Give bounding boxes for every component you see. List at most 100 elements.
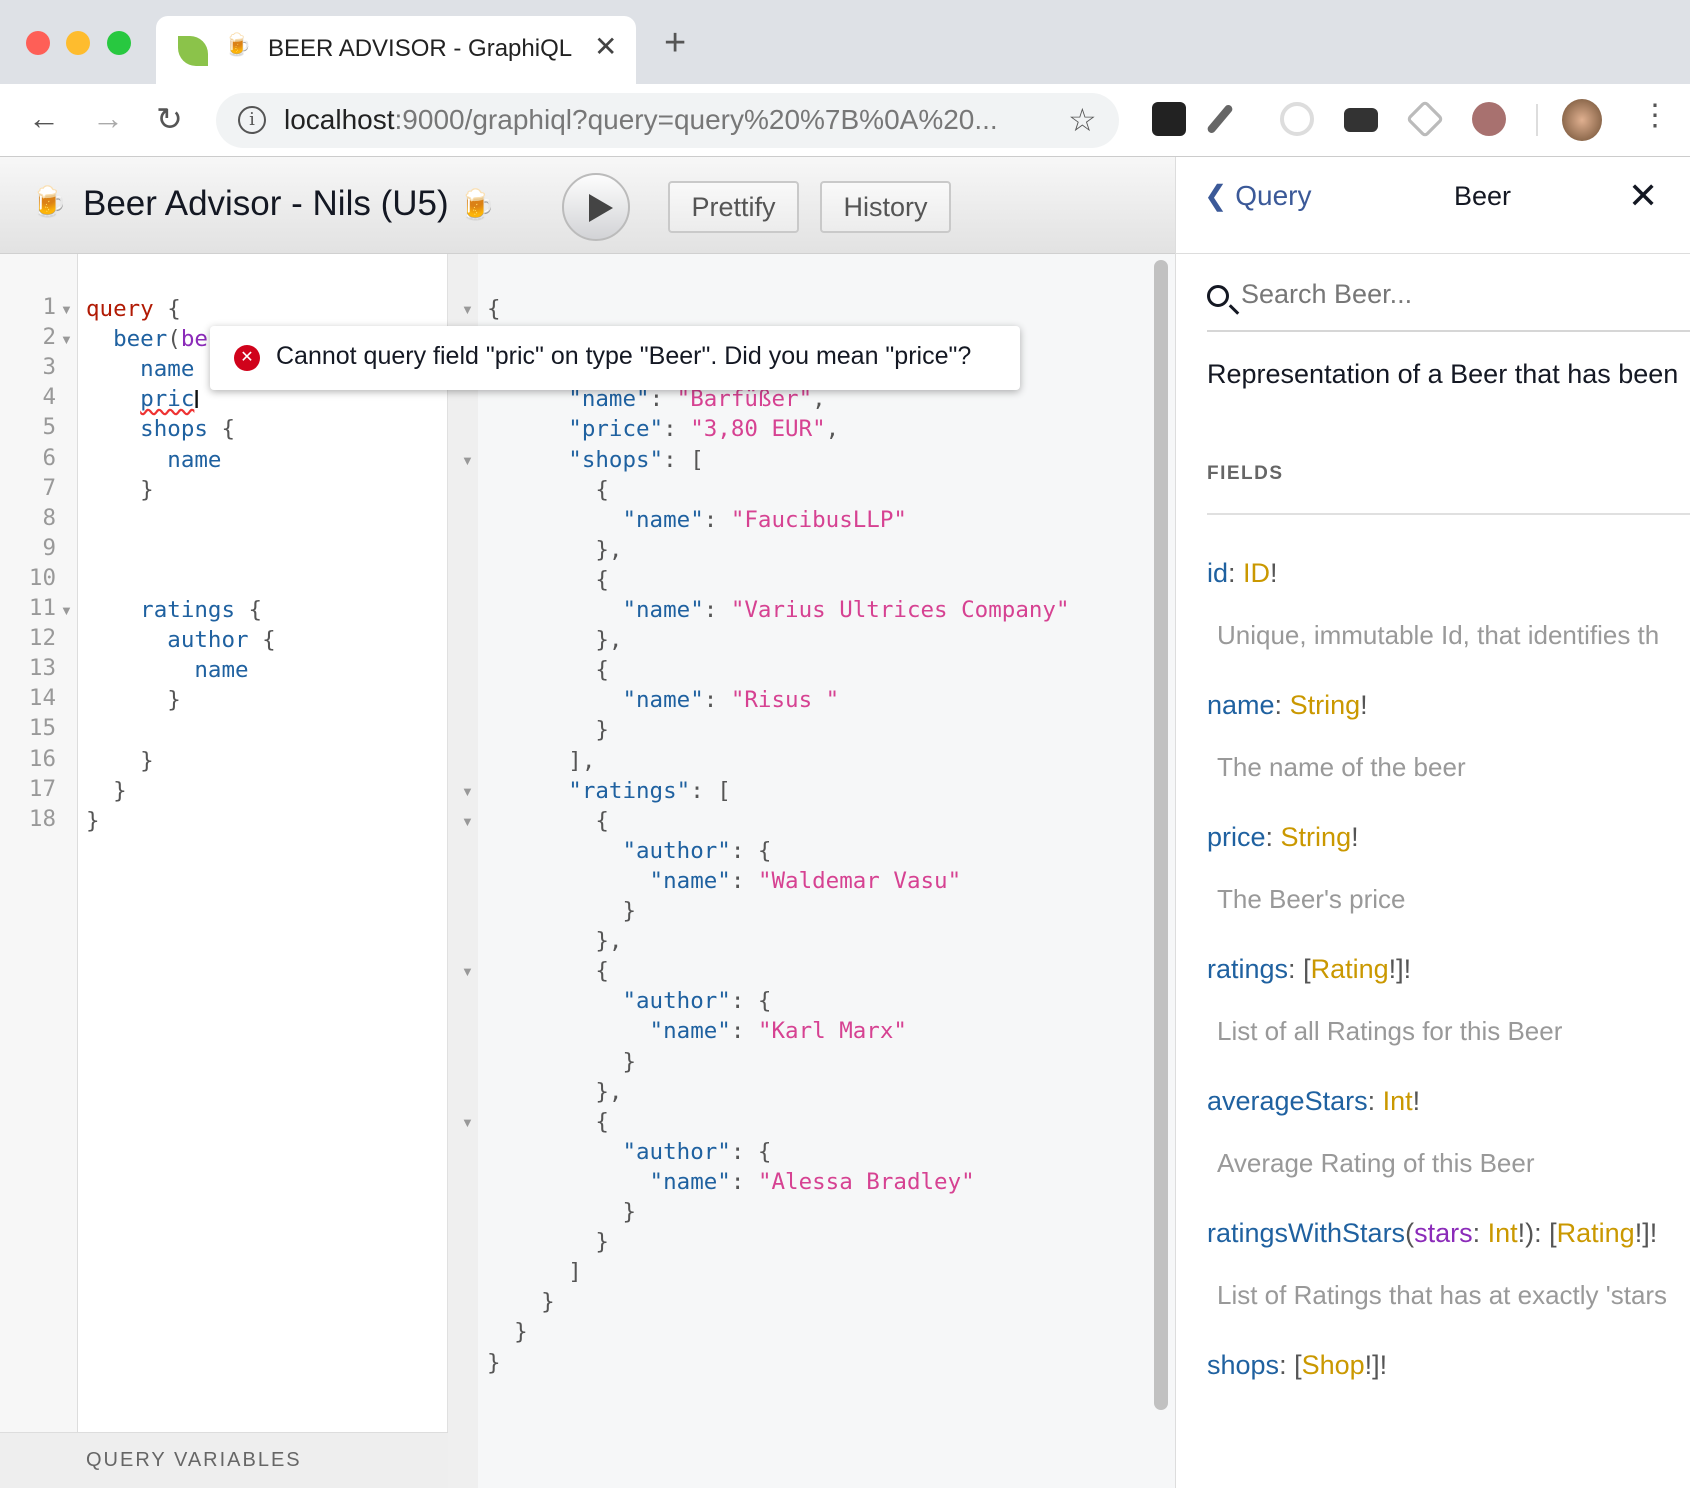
code-line: "name": "Varius Ultrices Company" <box>487 595 1069 625</box>
play-record-icon[interactable] <box>1472 102 1506 136</box>
react-devtools-icon[interactable] <box>1152 102 1186 136</box>
window-close-button[interactable] <box>26 31 50 55</box>
field-shops[interactable]: shops: [Shop!]! <box>1207 1350 1387 1381</box>
fold-arrow-icon[interactable]: ▼ <box>461 784 474 799</box>
mail-check-icon[interactable] <box>1344 108 1378 132</box>
code-token: "shops" <box>487 446 664 473</box>
window-minimize-button[interactable] <box>66 31 90 55</box>
field-description: List of Ratings that has at exactly 'sta… <box>1217 1280 1668 1310</box>
fold-arrow-icon[interactable]: ▼ <box>60 603 73 618</box>
error-icon: ✕ <box>234 345 260 371</box>
history-button[interactable]: History <box>820 181 951 233</box>
beer-icon: 🍺 <box>30 186 68 219</box>
doc-search-input[interactable]: Search Beer... <box>1207 277 1690 332</box>
field-type[interactable]: String <box>1281 822 1352 852</box>
field-type[interactable]: Shop <box>1302 1350 1365 1380</box>
code-token: ( <box>167 326 181 353</box>
query-variables-toggle[interactable]: QUERY VARIABLES <box>0 1432 448 1488</box>
code-line: "author": { <box>487 1137 771 1167</box>
field-name[interactable]: name: String! <box>1207 690 1368 721</box>
fold-arrow-icon[interactable]: ▼ <box>461 453 474 468</box>
tab-close-icon[interactable]: ✕ <box>594 30 617 63</box>
code-token: { <box>153 296 181 322</box>
field-name[interactable]: ratingsWithStars <box>1207 1218 1405 1248</box>
field-name[interactable]: price <box>1207 822 1266 852</box>
code-token: : <box>703 506 731 533</box>
field-name[interactable]: ratings <box>1207 954 1288 984</box>
code-token: "name" <box>487 1018 731 1045</box>
field-price[interactable]: price: String! <box>1207 822 1359 853</box>
fold-arrow-icon[interactable]: ▼ <box>60 302 73 317</box>
punct: ! <box>1517 1218 1526 1248</box>
fold-arrow-icon[interactable]: ▼ <box>60 332 73 347</box>
fold-arrow-icon[interactable]: ▼ <box>461 964 474 979</box>
field-id[interactable]: id: ID! <box>1207 558 1278 589</box>
field-name[interactable]: averageStars <box>1207 1086 1368 1116</box>
code-line: }, <box>487 535 622 565</box>
code-line: "author": { <box>487 836 771 866</box>
line-number: 5 <box>42 414 56 441</box>
field-ratings[interactable]: ratings: [Rating!]! <box>1207 954 1411 985</box>
code-token: shops <box>86 416 208 443</box>
code-token: "name" <box>487 1168 731 1195</box>
punct: ! <box>1412 1086 1421 1116</box>
execute-query-button[interactable] <box>562 173 630 241</box>
punct: !]! <box>1388 954 1412 984</box>
bookmark-star-icon[interactable]: ☆ <box>1068 101 1097 139</box>
browser-tab[interactable]: 🍺 BEER ADVISOR - GraphiQL ✕ <box>156 16 636 84</box>
code-token: : [ <box>663 446 704 473</box>
window-maximize-button[interactable] <box>107 31 131 55</box>
code-line: "ratings": [ <box>487 776 731 806</box>
query-variables-label: QUERY VARIABLES <box>86 1449 302 1471</box>
code-token: } <box>86 476 154 503</box>
code-token: { <box>235 597 263 623</box>
error-tooltip: ✕ Cannot query field "pric" on type "Bee… <box>210 326 1020 390</box>
code-token: "ratings" <box>487 777 691 804</box>
cube-icon[interactable] <box>1405 99 1445 139</box>
code-token: : <box>730 1018 758 1045</box>
avatar[interactable] <box>1562 99 1602 141</box>
more-menu-icon[interactable]: ⋮ <box>1640 98 1670 133</box>
info-icon[interactable]: i <box>238 106 266 134</box>
reload-icon[interactable]: ↻ <box>156 100 183 138</box>
result-scrollbar[interactable] <box>1154 260 1168 1410</box>
fold-arrow-icon[interactable]: ▼ <box>461 814 474 829</box>
code-token: "Karl Marx" <box>757 1018 907 1045</box>
field-averageStars[interactable]: averageStars: Int! <box>1207 1086 1420 1117</box>
new-tab-button[interactable]: + <box>664 22 686 65</box>
field-name[interactable]: name <box>1207 690 1275 720</box>
code-token: { <box>207 416 236 443</box>
code-line: }, <box>487 926 622 956</box>
field-type[interactable]: String <box>1290 690 1361 720</box>
code-token: }, <box>487 928 623 955</box>
field-description: Average Rating of this Beer <box>1217 1148 1535 1178</box>
code-token: } <box>487 1199 637 1225</box>
punct: ! <box>1351 822 1359 852</box>
field-name[interactable]: id <box>1207 558 1228 588</box>
code-token: "name" <box>487 597 704 623</box>
close-icon[interactable]: ✕ <box>1628 175 1658 217</box>
graphiql-toolbar: 🍺 Beer Advisor - Nils (U5) 🍺 Prettify Hi… <box>0 157 1175 254</box>
code-line: "name": "Waldemar Vasu" <box>487 866 962 896</box>
fold-arrow-icon[interactable]: ▼ <box>461 1115 474 1130</box>
field-type[interactable]: Int <box>1383 1086 1413 1116</box>
field-type[interactable]: ID <box>1243 558 1270 588</box>
forward-arrow-icon[interactable]: → <box>92 100 124 137</box>
back-arrow-icon[interactable]: ← <box>28 100 60 137</box>
field-name[interactable]: shops <box>1207 1350 1279 1380</box>
query-editor[interactable]: 1 ▼ query {2 ▼ beer(be 3 name 4 pric 5 shops {… <box>0 254 448 1488</box>
punct: !]! <box>1634 1218 1658 1248</box>
doc-back-button[interactable]: ❮ Query <box>1204 179 1312 212</box>
target-icon[interactable] <box>1280 102 1314 136</box>
url-field[interactable]: i localhost:9000/graphiql?query=query%20… <box>216 93 1119 148</box>
result-gutter <box>448 254 478 1488</box>
prettify-button[interactable]: Prettify <box>668 181 799 233</box>
eyedropper-icon[interactable] <box>1206 103 1234 135</box>
field-type[interactable]: Rating <box>1311 954 1389 984</box>
arg-type[interactable]: Int <box>1488 1218 1518 1248</box>
url-host: localhost <box>284 104 395 135</box>
field-type[interactable]: Rating <box>1557 1218 1635 1248</box>
error-message: Cannot query field "pric" on type "Beer"… <box>276 342 972 370</box>
field-ratingsWithStars[interactable]: ratingsWithStars(stars: Int!): [Rating!]… <box>1207 1218 1657 1249</box>
fold-arrow-icon[interactable]: ▼ <box>461 302 474 317</box>
